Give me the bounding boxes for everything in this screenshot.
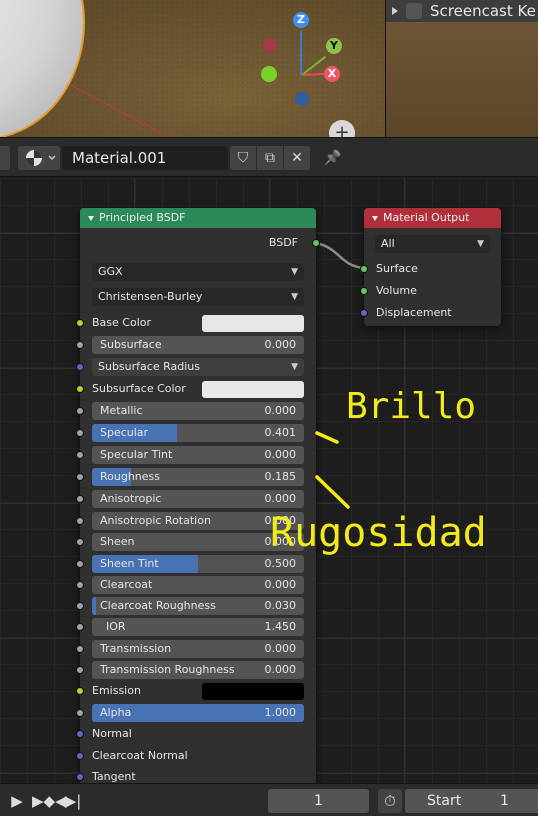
node-editor-header: Material.001 ⛉ ⧉ ✕ 📌 xyxy=(0,137,538,177)
timeline-bar: ▶ ▶◆◀ ▶| 1 ⏱ Start 1 xyxy=(0,783,538,816)
gizmo-y-ball[interactable]: Y xyxy=(326,38,342,54)
gizmo-neg-y-ball[interactable] xyxy=(261,66,277,82)
gizmo-neg-x-ball[interactable] xyxy=(263,38,277,52)
navigation-gizmo[interactable]: Z Y X xyxy=(258,8,348,108)
gizmo-z-label: Z xyxy=(297,13,305,26)
3d-viewport[interactable]: Z Y X + xyxy=(0,0,385,137)
keyframe-jump-icon[interactable]: ▶◆◀ xyxy=(32,789,67,813)
stopwatch-icon[interactable]: ⏱ xyxy=(378,789,402,813)
outliner-row[interactable]: Screencast Ke xyxy=(386,0,538,22)
gizmo-x-ball[interactable]: X xyxy=(324,66,340,82)
sphere-object[interactable] xyxy=(0,0,85,137)
gizmo-z-axis xyxy=(300,31,302,75)
gizmo-y-label: Y xyxy=(330,39,338,52)
gizmo-z-ball[interactable]: Z xyxy=(293,12,309,28)
pin-icon[interactable]: 📌 xyxy=(320,146,346,170)
visibility-checkbox[interactable] xyxy=(406,3,422,19)
start-value: 1 xyxy=(500,793,509,809)
gizmo-neg-z-ball[interactable] xyxy=(295,92,309,106)
material-browse-button[interactable] xyxy=(18,146,60,170)
outliner-panel: Screencast Ke xyxy=(385,0,538,137)
outliner-row-label: Screencast Ke xyxy=(430,2,536,20)
material-name-field[interactable]: Material.001 xyxy=(62,146,228,170)
jump-end-icon[interactable]: ▶| xyxy=(62,789,84,813)
outliner-preview xyxy=(386,22,538,137)
zoom-button[interactable]: + xyxy=(329,120,355,137)
fake-user-shield-icon[interactable]: ⛉ xyxy=(230,146,256,170)
editor-menu-button[interactable] xyxy=(0,146,10,170)
duplicate-material-icon[interactable]: ⧉ xyxy=(257,146,283,170)
start-frame-field[interactable]: Start 1 xyxy=(405,789,538,813)
play-icon[interactable]: ▶ xyxy=(8,789,26,813)
material-sphere-icon xyxy=(26,150,56,166)
annotation-strokes xyxy=(315,431,350,509)
gizmo-x-label: X xyxy=(327,67,337,80)
x-axis-line xyxy=(65,82,164,135)
annotation-brillo: Brillo xyxy=(346,386,477,427)
annotation-rugosidad: Rugosidad xyxy=(270,510,487,556)
expand-arrow-icon[interactable] xyxy=(392,7,398,15)
node-editor-canvas[interactable]: Principled BSDF BSDF GGX ▼ Christensen-B… xyxy=(0,178,538,783)
start-label: Start xyxy=(427,793,462,809)
unlink-material-icon[interactable]: ✕ xyxy=(284,146,310,170)
current-frame-field[interactable]: 1 xyxy=(268,789,369,813)
